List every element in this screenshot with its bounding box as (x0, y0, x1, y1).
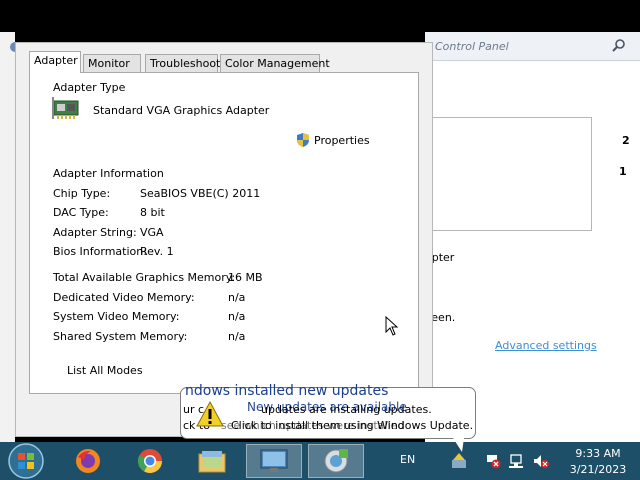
dedicated-memory-label: Dedicated Video Memory: (53, 291, 195, 304)
adapter-tab-panel: Adapter Type Standard VGA Graphics Adapt… (29, 72, 419, 394)
search-icon[interactable] (611, 38, 627, 54)
input-language-indicator[interactable]: EN (400, 453, 415, 466)
notification-message-line: Click to install them using Windows Upda… (231, 419, 474, 432)
shield-icon (297, 133, 309, 147)
taskbar: EN 9:33 AM 3/21/2023 (0, 442, 640, 480)
total-memory-label: Total Available Graphics Memory: (53, 271, 236, 284)
window-title-area (0, 0, 640, 32)
notification-title: ndows installed new updates (185, 383, 389, 399)
chrome-icon (137, 449, 162, 474)
monitor-preview-area[interactable] (432, 117, 592, 231)
clock-time: 9:33 AM (575, 447, 621, 460)
list-all-modes-button[interactable]: List All Modes (55, 362, 155, 379)
system-memory-label: System Video Memory: (53, 310, 180, 323)
mouse-cursor-icon (385, 316, 399, 336)
properties-button[interactable]: Properties (295, 130, 370, 150)
adapter-properties-dialog: Adapter Monitor Troubleshoot Color Manag… (15, 42, 433, 437)
adapter-string-value: VGA (140, 226, 164, 239)
bios-information-value: Rev. 1 (140, 245, 174, 258)
tab-adapter[interactable]: Adapter (29, 51, 81, 73)
action-center-icon[interactable] (484, 452, 502, 470)
search-input[interactable]: Control Panel (435, 40, 509, 53)
adapter-name: Standard VGA Graphics Adapter (93, 104, 270, 117)
monitor-number-label[interactable]: 2 (622, 134, 630, 147)
tab-monitor[interactable]: Monitor (83, 54, 141, 72)
control-panel-icon (324, 449, 348, 473)
dedicated-memory-value: n/a (228, 291, 246, 304)
tab-troubleshoot[interactable]: Troubleshoot (145, 54, 220, 72)
taskbar-control-panel[interactable] (308, 444, 364, 478)
balloon-tail (453, 438, 464, 452)
system-memory-value: n/a (228, 310, 246, 323)
chip-type-label: Chip Type: (53, 187, 111, 200)
adapter-type-heading: Adapter Type (53, 81, 126, 94)
library-folder-icon (198, 451, 226, 473)
dac-type-value: 8 bit (140, 206, 165, 219)
total-memory-value: 16 MB (228, 271, 263, 284)
firefox-icon (76, 449, 100, 473)
taskbar-firefox[interactable] (60, 444, 116, 478)
taskbar-chrome[interactable] (122, 444, 178, 478)
volume-muted-icon[interactable] (532, 452, 550, 470)
properties-button-label: Properties (314, 133, 370, 147)
background-window-edge (0, 32, 20, 442)
shared-memory-value: n/a (228, 330, 246, 343)
taskbar-clock[interactable]: 9:33 AM 3/21/2023 (560, 446, 636, 478)
notification-message-line: updates are installing updates. (261, 403, 432, 416)
chip-type-value: SeaBIOS VBE(C) 2011 (140, 187, 261, 200)
taskbar-display-settings[interactable] (246, 444, 302, 478)
taskbar-folder[interactable] (184, 444, 240, 478)
display-control-panel-window: Control Panel 2 1 apter reen. Advanced s… (425, 32, 640, 442)
bios-information-label: Bios Information: (53, 245, 147, 258)
dac-type-label: DAC Type: (53, 206, 109, 219)
monitor-icon (260, 449, 288, 472)
windows-update-notification[interactable]: ndows installed new updates New updates … (180, 383, 476, 452)
start-button-icon[interactable] (5, 442, 47, 480)
adapter-string-label: Adapter String: (53, 226, 137, 239)
warning-icon (196, 400, 224, 427)
windows-update-tray-icon[interactable] (450, 452, 468, 470)
clock-date: 3/21/2023 (569, 463, 627, 476)
network-icon[interactable] (508, 452, 526, 470)
advanced-settings-link[interactable]: Advanced settings (495, 339, 597, 352)
graphics-card-icon (52, 97, 79, 119)
adapter-information-heading: Adapter Information (53, 167, 164, 180)
address-bar[interactable]: Control Panel (425, 32, 640, 61)
monitor-number-label[interactable]: 1 (619, 165, 627, 178)
tab-color-management[interactable]: Color Management (220, 54, 330, 72)
shared-memory-label: Shared System Memory: (53, 330, 188, 343)
